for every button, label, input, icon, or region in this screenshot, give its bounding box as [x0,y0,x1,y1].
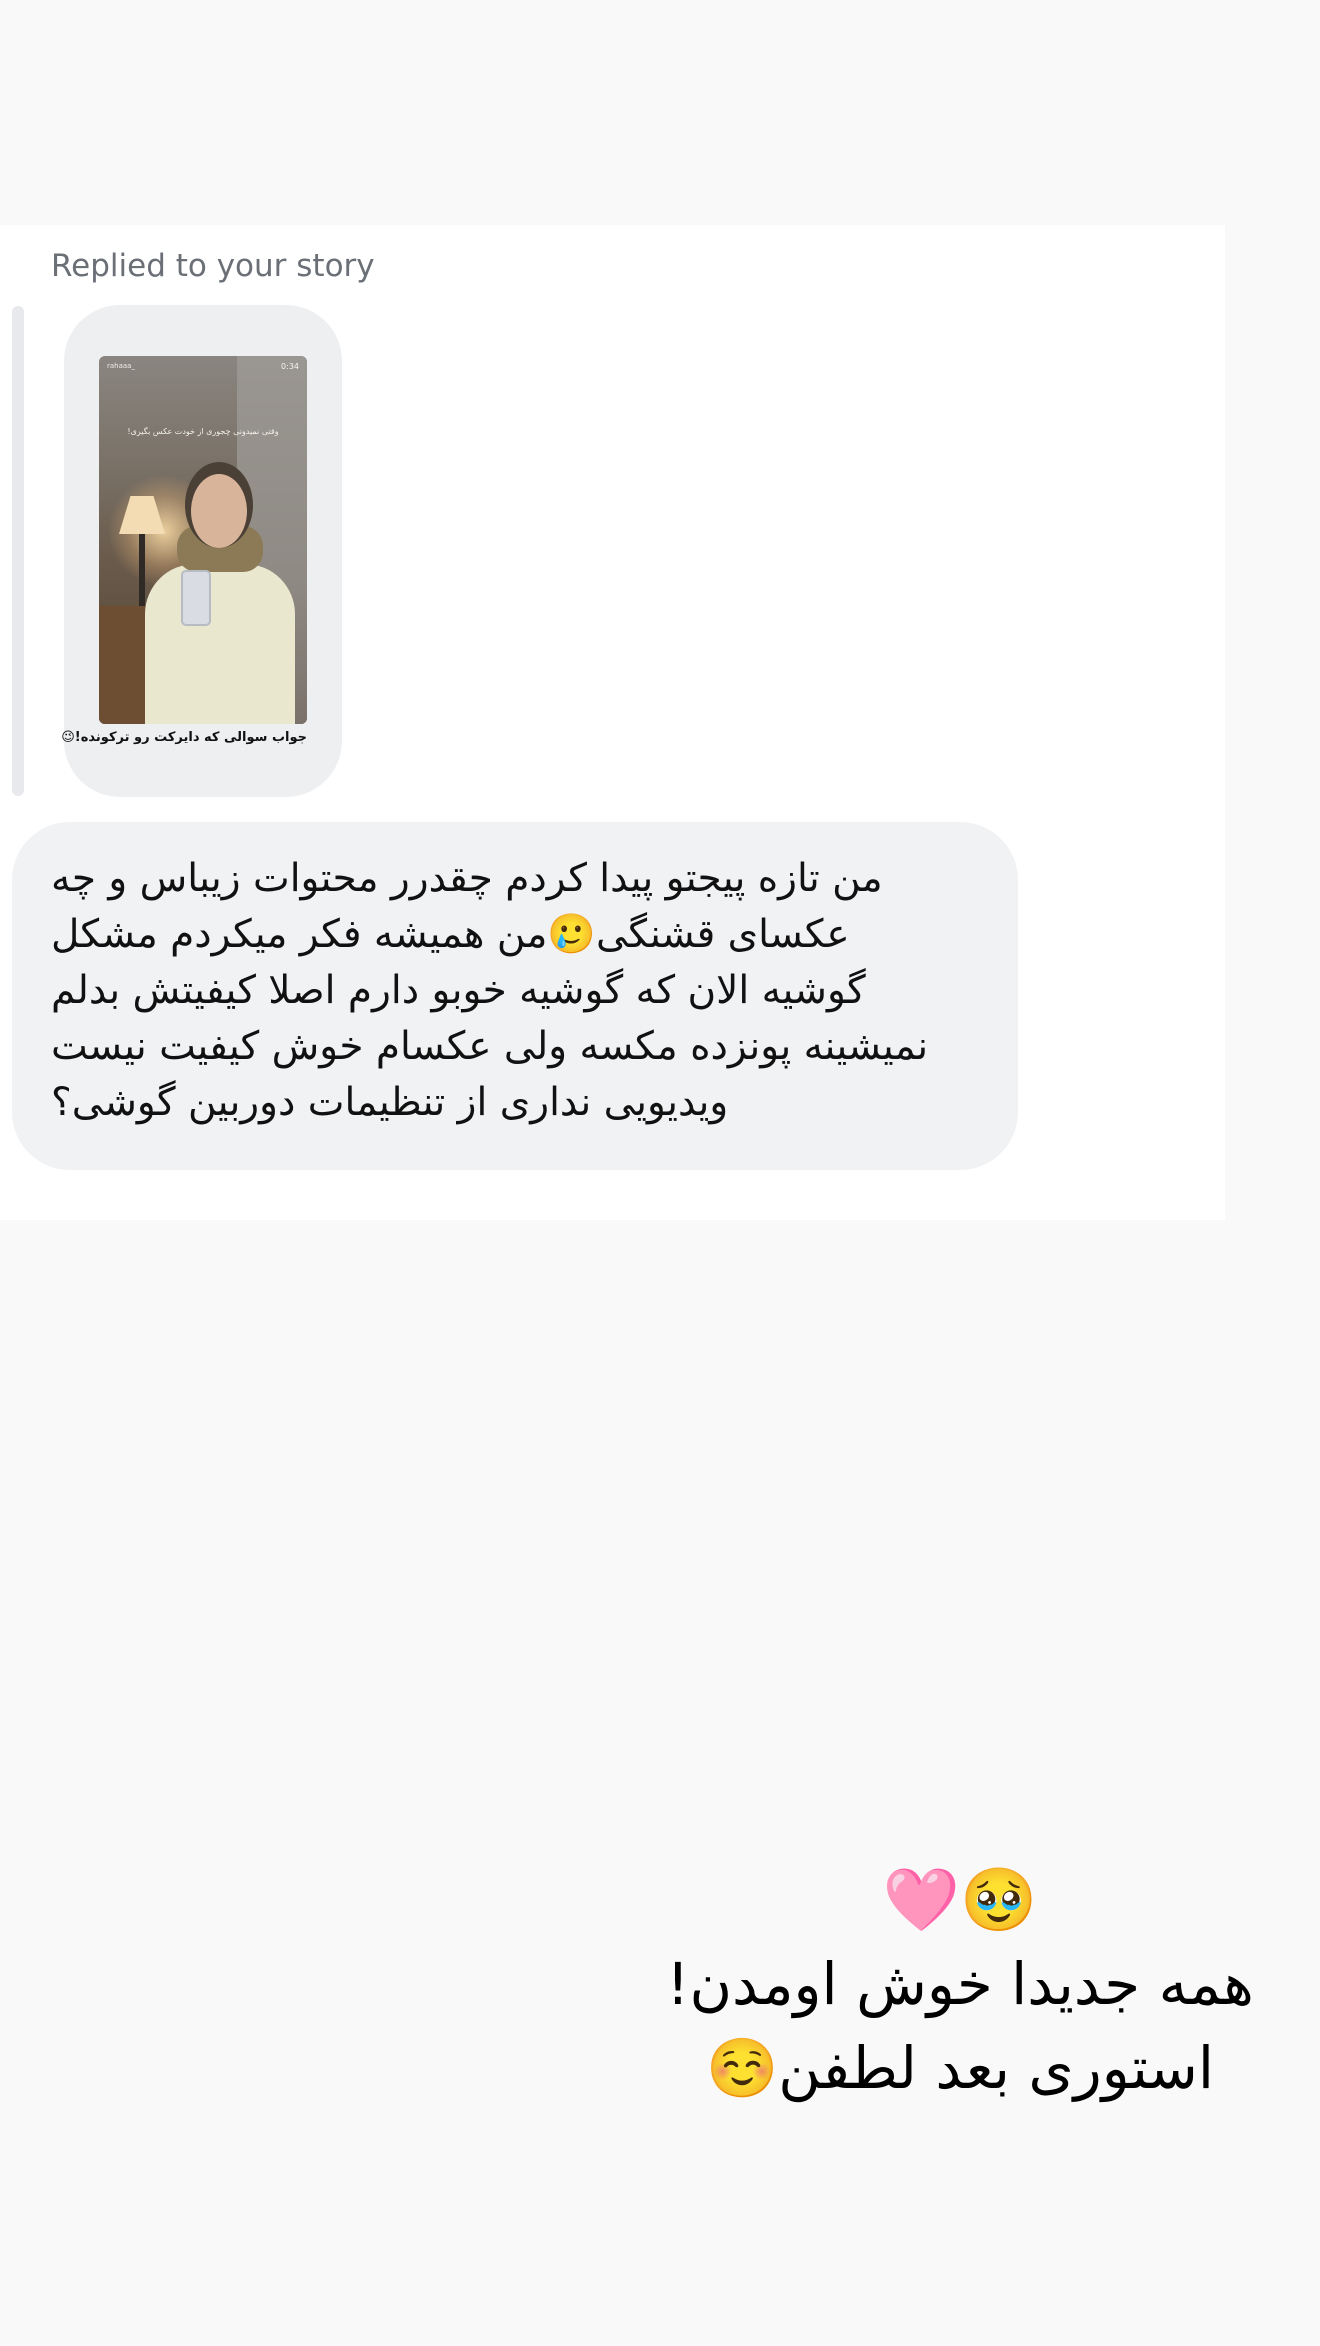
overlay-next-story-line: استوری بعد لطفن☺️ [706,2034,1214,2102]
thumbnail-overlay-text: وقتی نمیدونی چجوری از خودت عکس بگیری! [127,427,279,436]
thumbnail-person-head [191,474,247,548]
message-line: گوشیه الان که گوشیه خوبو دارم اصلا کیفیت… [51,968,866,1013]
story-caption: جواب سوالی که دایرکت رو ترکونده!😉 [61,730,307,745]
thumbnail-lamp-stand [139,534,145,614]
reply-quote-bar [12,306,24,796]
message-text: من تازه پیجتو پیدا کردم چقدرر محتوات زیب… [51,851,1001,1131]
overlay-emoji-line: 🥹🩷 [882,1863,1038,1936]
thumbnail-duration: 0:34 [281,362,299,371]
story-thumbnail[interactable]: rahaaa_ 0:34 وقتی نمیدونی چجوری از خودت … [99,356,307,724]
message-line: من تازه پیجتو پیدا کردم چقدرر محتوات زیب… [51,856,883,901]
thumbnail-person-body [145,564,295,724]
story-overlay-text: 🥹🩷 همه جدیدا خوش اومدن! استوری بعد لطفن☺… [650,1858,1270,2110]
message-line: نمیشینه پونزده مکسه ولی عکسام خوش کیفیت … [51,1024,929,1069]
replied-to-story-label: Replied to your story [51,248,375,284]
message-line: ویدیویی نداری از تنظیمات دوربین گوشی؟ [51,1080,729,1125]
message-line: عکسای قشنگی🥲من همیشه فکر میکردم مشکل [51,912,850,957]
overlay-welcome-line: همه جدیدا خوش اومدن! [666,1950,1254,2018]
thumbnail-phone [181,570,211,626]
thumbnail-username: rahaaa_ [107,362,135,370]
